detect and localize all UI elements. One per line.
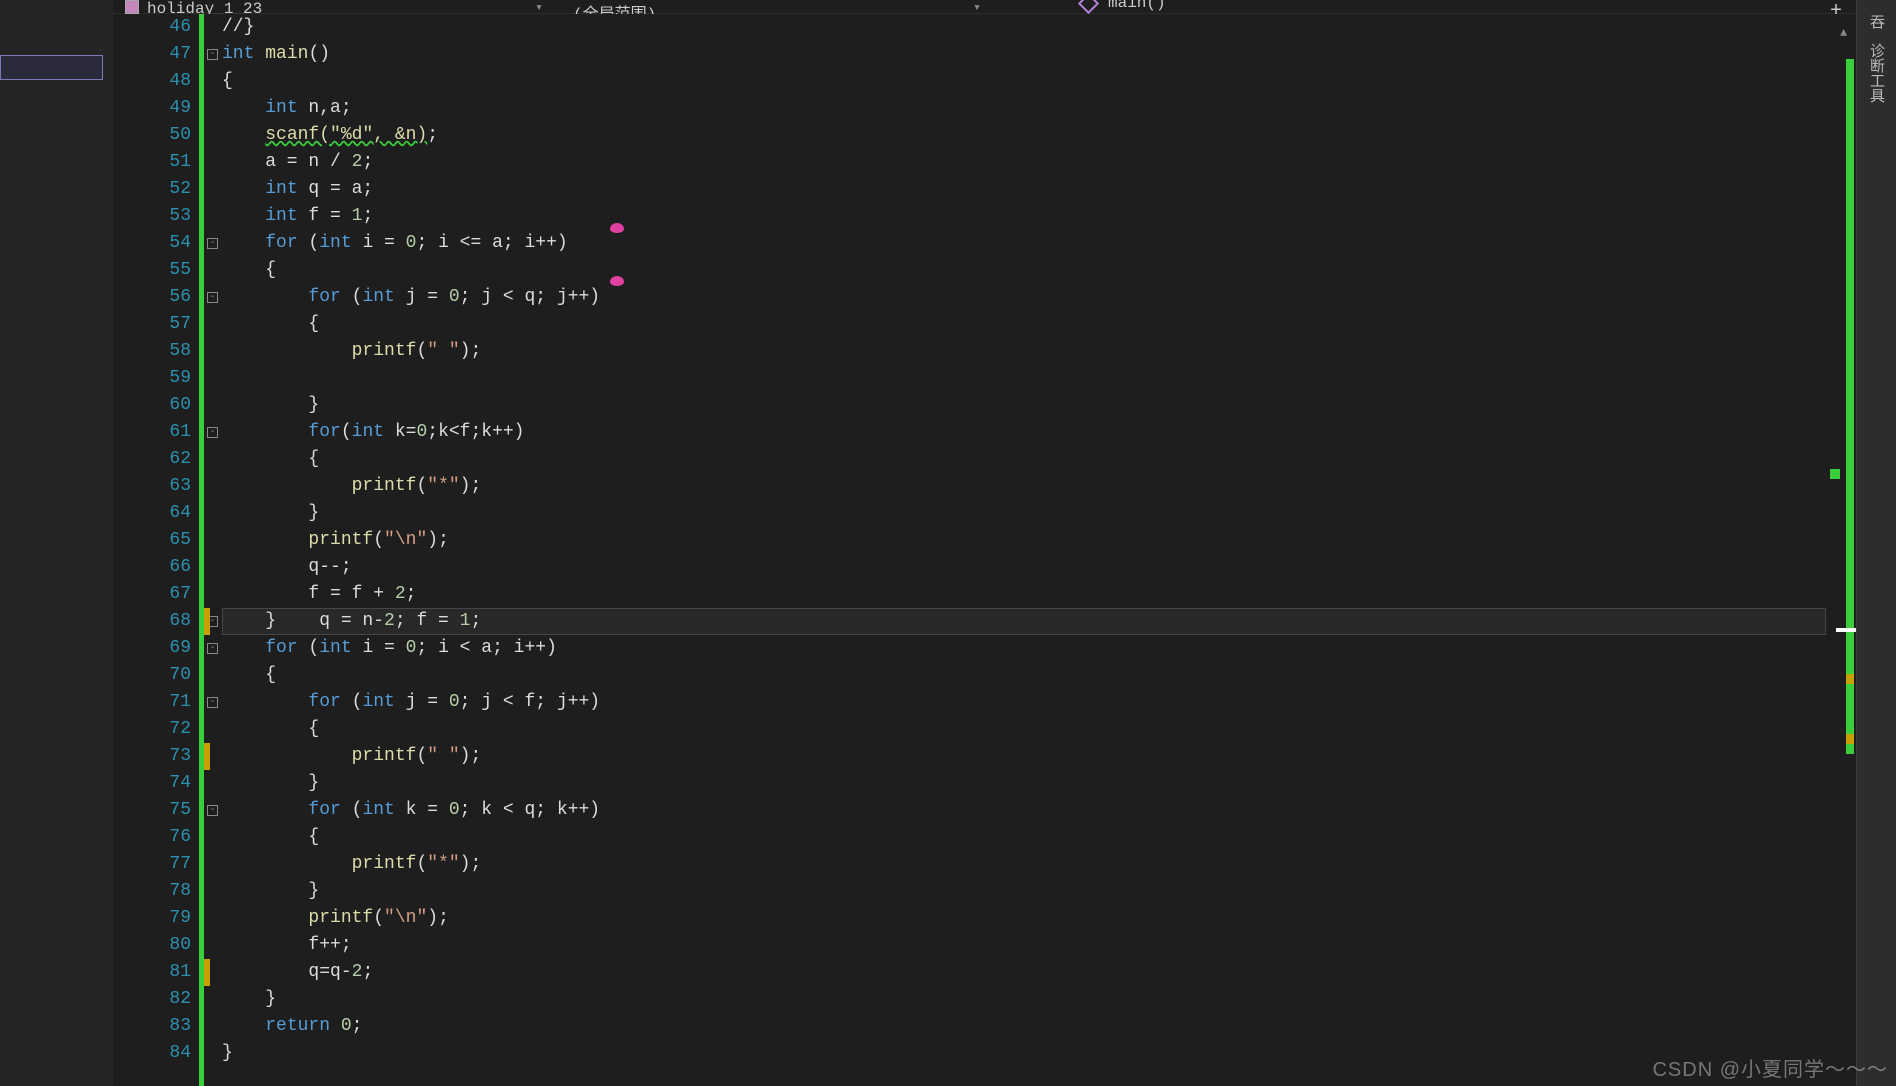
change-marker [204,743,210,770]
code-line[interactable]: a = n / 2; [222,149,1826,176]
file-icon [125,0,139,14]
code-line[interactable]: { [222,662,1826,689]
code-line[interactable]: printf("\n"); [222,527,1826,554]
code-line[interactable]: q--; [222,554,1826,581]
navigation-bar: holiday_1_23 ▾ (全局范围) ▾ main() + [113,0,1896,14]
line-number-gutter: 4647484950515253545556575859606162636465… [113,14,199,1086]
chevron-down-icon[interactable]: ▾ [973,0,991,15]
code-line[interactable]: printf("*"); [222,851,1826,878]
code-line[interactable]: return 0; [222,1013,1826,1040]
right-tool-item[interactable]: 吞 [1864,10,1889,33]
code-line[interactable]: printf("*"); [222,473,1826,500]
selected-tree-item[interactable] [0,55,103,80]
code-line[interactable]: //} [222,14,1826,41]
code-line[interactable]: } [222,878,1826,905]
solution-explorer-panel[interactable] [0,0,113,1086]
right-tool-item[interactable]: 诊断工具 [1864,39,1889,107]
fold-column: -------- [204,14,222,1086]
minimap-change-marker [1846,59,1854,754]
code-line[interactable]: { [222,446,1826,473]
code-editor[interactable]: 4647484950515253545556575859606162636465… [113,14,1856,1086]
code-line[interactable]: { [222,311,1826,338]
change-marker [204,608,210,635]
fold-toggle[interactable]: - [207,238,218,249]
code-line[interactable]: { [222,824,1826,851]
code-line[interactable]: } q = n-2; f = 1; [222,608,1826,635]
scroll-up-arrow-icon[interactable]: ▲ [1840,26,1847,40]
code-line[interactable]: for (int j = 0; j < q; j++) [222,284,1826,311]
code-line[interactable]: { [222,68,1826,95]
minimap-warning-marker [1846,674,1854,684]
code-line[interactable]: q=q-2; [222,959,1826,986]
code-line[interactable]: for (int i = 0; i < a; i++) [222,635,1826,662]
code-line[interactable]: scanf("%d", &n); [222,122,1826,149]
code-line[interactable] [222,365,1826,392]
code-line[interactable]: for (int j = 0; j < f; j++) [222,689,1826,716]
code-line[interactable]: } [222,770,1826,797]
scroll-minimap[interactable]: ▲ [1836,14,1856,1086]
code-line[interactable]: f++; [222,932,1826,959]
minimap-cursor[interactable] [1836,628,1856,632]
fold-toggle[interactable]: - [207,292,218,303]
intellisense-hint-icon[interactable] [610,276,624,286]
code-line[interactable]: { [222,257,1826,284]
code-line[interactable]: } [222,1040,1826,1067]
code-line[interactable]: { [222,716,1826,743]
minimap-warning-marker [1846,734,1854,744]
code-line[interactable]: printf(" "); [222,338,1826,365]
code-line[interactable]: for(int k=0;k<f;k++) [222,419,1826,446]
code-line[interactable]: int f = 1; [222,203,1826,230]
add-tab-button[interactable]: + [1826,0,1846,14]
code-line[interactable]: int main() [222,41,1826,68]
function-dropdown[interactable]: main() [1108,0,1166,12]
code-line[interactable]: int q = a; [222,176,1826,203]
change-marker [204,959,210,986]
code-line[interactable]: for (int k = 0; k < q; k++) [222,797,1826,824]
fold-toggle[interactable]: - [207,427,218,438]
code-line[interactable]: printf("\n"); [222,905,1826,932]
code-line[interactable]: printf(" "); [222,743,1826,770]
function-icon [1078,0,1099,14]
minimap-caret-marker [1830,469,1840,479]
code-line[interactable]: int n,a; [222,95,1826,122]
code-line[interactable]: f = f + 2; [222,581,1826,608]
chevron-down-icon[interactable]: ▾ [535,0,553,15]
watermark-text: CSDN @小夏同学～～～ [1652,1053,1888,1082]
code-line[interactable]: } [222,986,1826,1013]
code-line[interactable]: for (int i = 0; i <= a; i++) [222,230,1826,257]
fold-toggle[interactable]: - [207,697,218,708]
right-toolbar: 吞诊断工具 [1856,0,1896,1086]
code-text-area[interactable]: //}int main(){ int n,a; scanf("%d", &n);… [222,14,1826,1086]
fold-toggle[interactable]: - [207,805,218,816]
code-line[interactable]: } [222,500,1826,527]
code-line[interactable]: } [222,392,1826,419]
fold-toggle[interactable]: - [207,643,218,654]
fold-toggle[interactable]: - [207,49,218,60]
intellisense-hint-icon[interactable] [610,223,624,233]
